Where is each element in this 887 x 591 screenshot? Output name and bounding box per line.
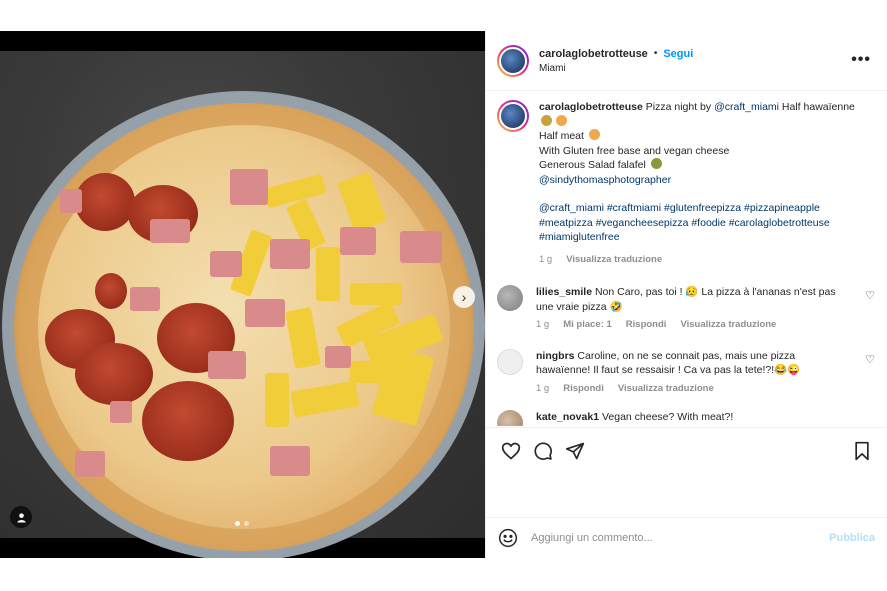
pineapple-emoji-icon <box>541 114 552 126</box>
pineapple <box>350 283 402 305</box>
caption-text: Half meat <box>539 130 584 142</box>
avatar[interactable] <box>497 348 523 375</box>
pepperoni <box>75 173 135 231</box>
like-comment-heart-icon[interactable]: ♡ <box>865 353 875 366</box>
ham <box>270 446 310 476</box>
translate-button[interactable]: Visualizza traduzione <box>618 382 714 397</box>
caption: carolaglobetrotteuse Pizza night by @cra… <box>497 100 875 267</box>
ham <box>208 351 246 379</box>
mention-link[interactable]: @craft_miami <box>714 101 779 113</box>
avatar[interactable] <box>497 285 523 311</box>
comment: lilies_smile Non Caro, pas toi ! 😥 La pi… <box>497 285 875 333</box>
comment-username[interactable]: lilies_smile <box>536 286 592 298</box>
pineapple <box>350 361 386 383</box>
ham <box>270 239 310 269</box>
separator-dot: • <box>653 48 658 59</box>
comment-text: Vegan cheese? With meat?! <box>601 411 734 423</box>
post-media: › <box>0 31 485 558</box>
post-side-panel: carolaglobetrotteuse • Segui Miami ••• c… <box>485 31 887 558</box>
ham <box>400 231 442 263</box>
pizza-photo[interactable] <box>0 51 485 558</box>
emoji-picker-button[interactable] <box>498 528 518 548</box>
save-button[interactable] <box>850 439 874 463</box>
timestamp[interactable]: 1 g <box>536 382 549 397</box>
ham <box>150 219 190 243</box>
avatar-image <box>499 102 527 130</box>
heart-icon <box>501 442 521 460</box>
carousel-dot <box>244 521 249 526</box>
avatar[interactable] <box>497 100 529 132</box>
user-icon <box>16 512 26 523</box>
carousel-indicator <box>235 521 249 526</box>
like-comment-heart-icon[interactable]: ♡ <box>865 289 875 302</box>
post-header: carolaglobetrotteuse • Segui Miami ••• <box>486 31 887 91</box>
reply-button[interactable]: Rispondi <box>626 318 667 333</box>
falafel-emoji-icon <box>650 158 662 169</box>
avatar[interactable] <box>497 44 529 77</box>
username-link[interactable]: carolaglobetrotteuse <box>539 48 648 60</box>
caption-text: Generous Salad falafel <box>539 159 646 171</box>
tagged-users-button[interactable] <box>10 506 32 528</box>
caption-text: With Gluten free base and vegan cheese <box>539 144 730 157</box>
next-photo-button[interactable]: › <box>453 286 475 308</box>
comment-composer: Pubblica <box>486 517 887 558</box>
share-button[interactable] <box>563 439 587 463</box>
comments-list[interactable]: carolaglobetrotteuse Pizza night by @cra… <box>486 92 887 426</box>
smiley-icon <box>498 528 518 548</box>
avatar-image <box>499 46 527 75</box>
caption-username[interactable]: carolaglobetrotteuse <box>539 101 643 113</box>
hashtags[interactable]: @craft_miami #craftmiami #glutenfreepizz… <box>539 201 859 245</box>
ham <box>110 401 132 423</box>
comment: kate_novak1 Vegan cheese? With meat?! <box>497 410 875 426</box>
pepperoni <box>75 343 153 405</box>
timestamp[interactable]: 1 g <box>539 253 552 268</box>
ham <box>210 251 242 277</box>
more-options-button[interactable]: ••• <box>851 51 871 69</box>
action-bar <box>486 427 887 473</box>
comment-text: Caroline, on ne se connait pas, mais une… <box>536 349 801 377</box>
timestamp[interactable]: 1 g <box>536 318 549 333</box>
paper-plane-icon <box>565 442 585 459</box>
comment: ningbrs Caroline, on ne se connait pas, … <box>497 348 875 397</box>
pepperoni <box>95 273 127 309</box>
bookmark-icon <box>855 441 869 460</box>
mention-link[interactable]: @sindythomasphotographer <box>539 173 859 188</box>
comment-username[interactable]: kate_novak1 <box>536 411 599 423</box>
location-link[interactable]: Miami <box>539 63 693 74</box>
pepperoni <box>142 381 234 461</box>
pineapple <box>316 247 340 301</box>
chevron-right-icon: › <box>461 289 467 305</box>
carousel-dot-active <box>235 521 240 526</box>
pizza-emoji-icon <box>556 114 567 126</box>
pizza-emoji-icon <box>588 129 600 140</box>
ham <box>325 346 351 368</box>
comment-input[interactable] <box>531 532 822 544</box>
publish-button[interactable]: Pubblica <box>829 532 875 544</box>
comment-username[interactable]: ningbrs <box>536 350 575 362</box>
avatar[interactable] <box>497 410 523 426</box>
ham <box>60 189 82 213</box>
caption-text: Half hawaïenne <box>781 101 855 113</box>
post-modal: › carolaglobetrotteuse • Segui Miami •••… <box>0 31 887 558</box>
likes-count[interactable]: Mi piace: 1 <box>563 318 612 333</box>
reply-button[interactable]: Rispondi <box>563 382 604 397</box>
ham <box>245 299 285 327</box>
ham <box>75 451 105 477</box>
like-button[interactable] <box>499 439 523 463</box>
ham <box>340 227 376 255</box>
translate-button[interactable]: Visualizza traduzione <box>566 253 662 268</box>
ham <box>230 169 268 205</box>
follow-button[interactable]: Segui <box>663 48 693 60</box>
comment-icon <box>534 441 552 460</box>
ham <box>130 287 160 311</box>
caption-text: Pizza night by <box>645 101 712 113</box>
pineapple <box>265 373 289 427</box>
comment-button[interactable] <box>531 439 555 463</box>
translate-button[interactable]: Visualizza traduzione <box>680 318 776 333</box>
more-horizontal-icon: ••• <box>851 51 871 68</box>
